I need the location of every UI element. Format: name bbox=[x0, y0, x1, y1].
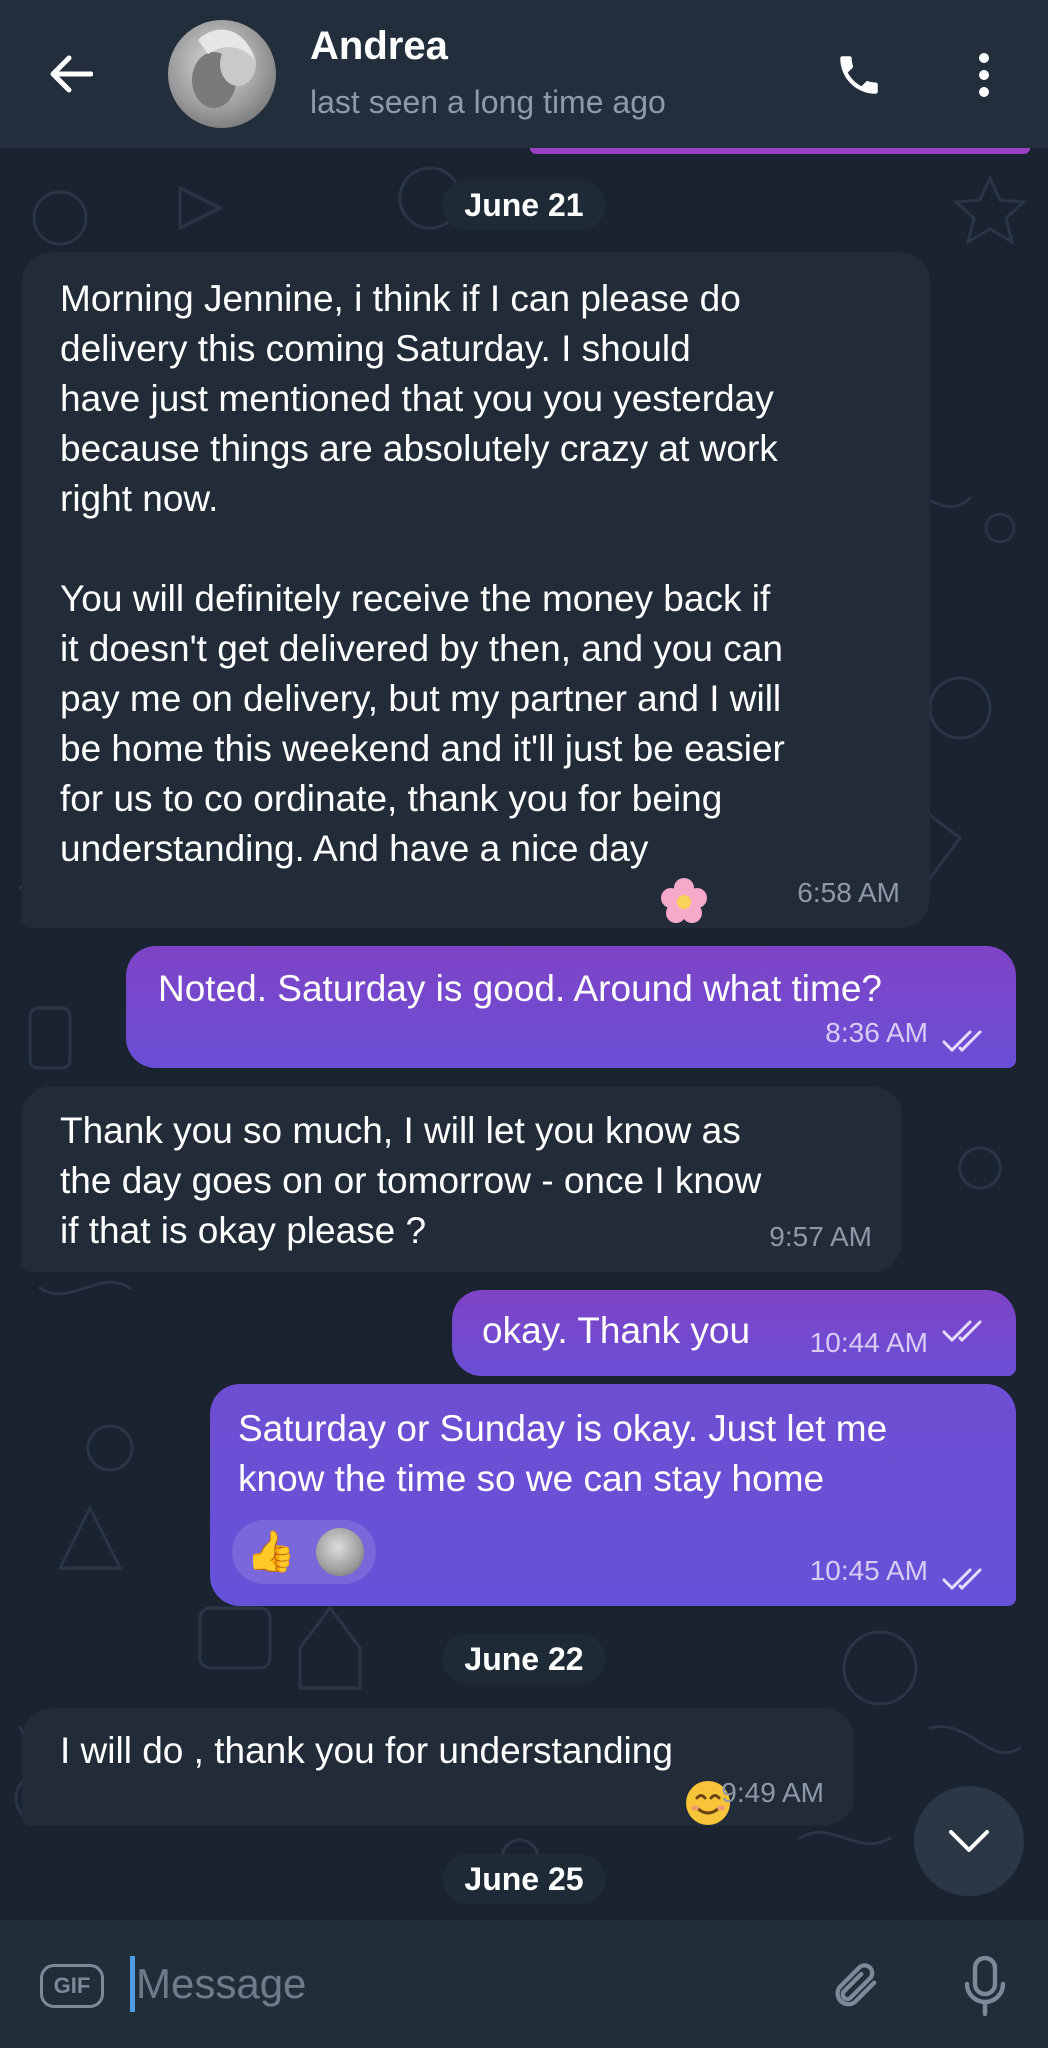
date-separator: June 25 bbox=[442, 1854, 606, 1904]
date-separator: June 22 bbox=[442, 1634, 606, 1684]
message-text: Noted. Saturday is good. Around what tim… bbox=[158, 968, 882, 1009]
message-input[interactable] bbox=[136, 1950, 796, 2018]
message-text: Saturday or Sunday is okay. Just let me … bbox=[238, 1408, 888, 1499]
more-options-icon[interactable] bbox=[960, 46, 1008, 104]
message-text: Morning Jennine, i think if I can please… bbox=[60, 278, 785, 869]
previous-message-edge bbox=[530, 148, 1030, 154]
contact-avatar[interactable] bbox=[168, 20, 276, 128]
outgoing-message-bubble[interactable]: Noted. Saturday is good. Around what tim… bbox=[126, 946, 1016, 1068]
text-cursor bbox=[130, 1956, 135, 2012]
last-seen-status: last seen a long time ago bbox=[310, 84, 666, 120]
chat-header: Andrea last seen a long time ago bbox=[0, 0, 1048, 148]
message-composer: GIF bbox=[0, 1920, 1048, 2048]
message-text: I will do , thank you for understanding bbox=[60, 1730, 673, 1771]
scroll-down-button[interactable] bbox=[914, 1786, 1024, 1896]
date-separator: June 21 bbox=[442, 180, 606, 230]
attach-button[interactable] bbox=[826, 1956, 888, 2018]
message-time: 8:36 AM bbox=[825, 1017, 928, 1048]
microphone-button[interactable] bbox=[954, 1952, 1016, 2022]
phone-icon[interactable] bbox=[830, 46, 888, 104]
message-time: 9:49 AM bbox=[721, 1777, 824, 1808]
message-reaction[interactable]: 👍 bbox=[232, 1520, 376, 1584]
message-time: 6:58 AM bbox=[797, 877, 900, 908]
reactor-avatar bbox=[316, 1528, 364, 1576]
outgoing-message-bubble[interactable]: okay. Thank you 10:44 AM bbox=[452, 1290, 1016, 1376]
back-arrow-icon[interactable] bbox=[38, 46, 102, 102]
double-check-icon bbox=[942, 1320, 982, 1343]
contact-name[interactable]: Andrea bbox=[310, 24, 448, 69]
double-check-icon bbox=[942, 1568, 982, 1591]
gif-button[interactable]: GIF bbox=[40, 1964, 104, 2008]
message-time: 10:45 AM bbox=[809, 1555, 928, 1586]
incoming-message-bubble[interactable]: Thank you so much, I will let you know a… bbox=[22, 1086, 902, 1272]
message-time: 10:44 AM bbox=[809, 1327, 928, 1358]
microphone-icon bbox=[964, 1956, 1006, 2017]
paperclip-icon bbox=[835, 1963, 877, 2007]
message-text: Thank you so much, I will let you know a… bbox=[60, 1110, 762, 1251]
message-text: okay. Thank you bbox=[482, 1310, 751, 1351]
double-check-icon bbox=[942, 1030, 982, 1053]
message-time: 9:57 AM bbox=[769, 1221, 872, 1252]
chevron-down-icon bbox=[949, 1830, 989, 1852]
incoming-message-bubble[interactable]: I will do , thank you for understanding … bbox=[22, 1708, 854, 1826]
flower-emoji bbox=[659, 826, 709, 924]
thumbs-up-emoji: 👍 bbox=[246, 1530, 296, 1574]
incoming-message-bubble[interactable]: Morning Jennine, i think if I can please… bbox=[22, 252, 930, 928]
